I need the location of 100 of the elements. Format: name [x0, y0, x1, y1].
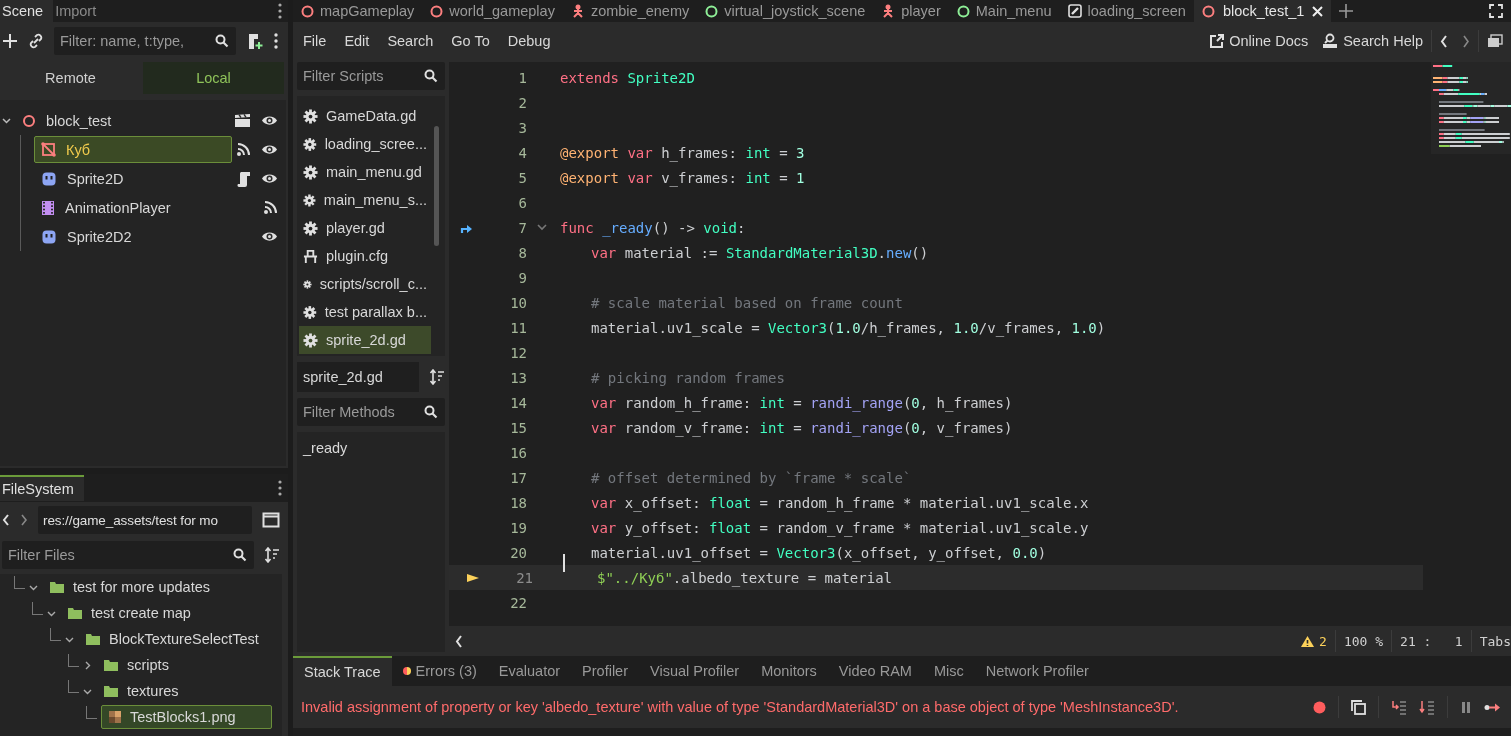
- document-tab[interactable]: block_test_1: [1193, 0, 1332, 22]
- record-icon[interactable]: [1313, 700, 1326, 714]
- filter-field[interactable]: Filter: name, t:type,: [54, 27, 236, 55]
- close-icon[interactable]: [1312, 5, 1324, 17]
- filter-field[interactable]: Filter Methods: [297, 398, 445, 426]
- filesystem-entry[interactable]: BlockTextureSelectTest: [78, 627, 266, 651]
- circle-icon: [430, 4, 444, 18]
- signal-icon[interactable]: [263, 200, 278, 215]
- filesystem-entry[interactable]: test for more updates: [42, 575, 217, 599]
- scene-node[interactable]: block_test: [15, 107, 230, 134]
- path-field[interactable]: res://game_assets/test for mo: [38, 506, 252, 534]
- scrollbar[interactable]: [434, 126, 439, 246]
- debugger-tab[interactable]: Network Profiler: [974, 656, 1100, 686]
- chevron-icon[interactable]: [2, 116, 11, 125]
- script-item[interactable]: plugin.cfg: [299, 242, 431, 270]
- document-tab[interactable]: world_gameplay: [422, 0, 563, 22]
- mode-tab[interactable]: Local: [143, 62, 284, 94]
- debugger-tab[interactable]: Monitors: [750, 656, 828, 686]
- windows-icon[interactable]: [1487, 34, 1503, 48]
- scene-node[interactable]: AnimationPlayer: [34, 194, 259, 221]
- sort-icon[interactable]: [429, 369, 445, 385]
- script-item[interactable]: test parallax b...: [299, 298, 431, 326]
- sort-icon[interactable]: [264, 547, 280, 563]
- link-icon[interactable]: [28, 33, 44, 49]
- more-options-icon[interactable]: [278, 480, 282, 496]
- method-item[interactable]: _ready: [303, 440, 439, 456]
- help-link[interactable]: Search Help: [1322, 33, 1423, 49]
- script-item[interactable]: loading_scree...: [299, 130, 431, 158]
- copy-icon[interactable]: [1351, 699, 1366, 715]
- pause-icon[interactable]: [1460, 700, 1472, 714]
- circle-icon: [705, 4, 719, 18]
- continue-icon[interactable]: [1484, 701, 1501, 713]
- forward-icon[interactable]: [20, 514, 28, 526]
- zoom-level[interactable]: 100 %: [1343, 633, 1384, 649]
- eye-icon[interactable]: [261, 143, 278, 156]
- script-item[interactable]: main_menu.gd: [299, 158, 431, 186]
- debugger-tab[interactable]: Misc: [922, 656, 975, 686]
- document-tab[interactable]: Main_menu: [948, 0, 1060, 22]
- more-options-icon[interactable]: [278, 3, 282, 19]
- scene-node[interactable]: Sprite2D2: [34, 223, 257, 250]
- debugger-tab[interactable]: Errors (3): [391, 656, 488, 686]
- warnings-button[interactable]: 2: [1300, 633, 1327, 649]
- back-icon[interactable]: [2, 514, 10, 526]
- indent-mode[interactable]: Tabs: [1479, 633, 1511, 649]
- document-tab[interactable]: virtual_joystick_scene: [697, 0, 874, 22]
- document-tab[interactable]: zombie_enemy: [562, 0, 698, 22]
- fullscreen-icon[interactable]: [1489, 4, 1503, 18]
- eye-icon[interactable]: [261, 114, 278, 127]
- filter-field[interactable]: Filter Scripts: [297, 62, 445, 90]
- document-tab[interactable]: loading_screen: [1059, 0, 1194, 22]
- dock-tab[interactable]: FileSystem: [0, 475, 84, 501]
- script-icon[interactable]: [237, 170, 251, 187]
- folder-icon: [85, 632, 101, 646]
- chevron-icon[interactable]: [83, 660, 92, 670]
- collapse-icon[interactable]: [455, 634, 463, 648]
- script-item[interactable]: player.gd: [299, 214, 431, 242]
- more-options-icon[interactable]: [274, 33, 278, 49]
- menu-item[interactable]: Edit: [344, 33, 370, 49]
- menu-item[interactable]: Debug: [507, 33, 551, 49]
- dock-tab[interactable]: Import: [53, 0, 107, 22]
- scene-node[interactable]: Куб: [34, 136, 232, 163]
- step-over-icon[interactable]: [1419, 699, 1435, 715]
- menu-item[interactable]: Go To: [451, 33, 490, 49]
- menu-item[interactable]: File: [303, 33, 327, 49]
- debugger-tab[interactable]: Stack Trace: [293, 656, 392, 686]
- step-into-icon[interactable]: [1391, 699, 1407, 715]
- document-tab[interactable]: mapGameplay: [293, 0, 423, 22]
- filter-field[interactable]: Filter Files: [2, 541, 254, 569]
- script-item[interactable]: scripts/scroll_c...: [299, 270, 431, 298]
- signal-icon[interactable]: [236, 142, 251, 157]
- menu-item[interactable]: Search: [387, 33, 434, 49]
- folder-icon: [67, 606, 83, 620]
- script-item[interactable]: GameData.gd: [299, 102, 431, 130]
- document-tab[interactable]: player: [873, 0, 949, 22]
- eye-icon[interactable]: [261, 172, 278, 185]
- fold-icon[interactable]: [537, 224, 547, 231]
- back-icon[interactable]: [1440, 34, 1448, 48]
- filesystem-entry[interactable]: textures: [96, 679, 186, 703]
- add-icon[interactable]: [2, 33, 18, 49]
- filesystem-entry[interactable]: TestBlocks1.png: [101, 705, 272, 729]
- debugger-tab[interactable]: Profiler: [571, 656, 639, 686]
- add-tab-icon[interactable]: [1339, 4, 1354, 18]
- code-line: material.uv1_offset = Vector3(x_offset, y_offset, 0.0): [591, 544, 1047, 561]
- eye-icon[interactable]: [261, 230, 278, 243]
- window-icon[interactable]: [262, 512, 280, 528]
- clapperboard-icon[interactable]: [234, 113, 251, 128]
- dock-tab[interactable]: Scene: [0, 0, 54, 22]
- filesystem-entry[interactable]: test create map: [60, 601, 198, 625]
- debugger-tab[interactable]: Visual Profiler: [639, 656, 751, 686]
- scene-node[interactable]: Sprite2D: [34, 165, 233, 192]
- minimap[interactable]: [1431, 62, 1511, 154]
- script-item[interactable]: main_menu_s...: [299, 186, 431, 214]
- forward-icon[interactable]: [1462, 34, 1470, 48]
- help-link[interactable]: Online Docs: [1209, 33, 1309, 49]
- add-script-icon[interactable]: [246, 32, 264, 50]
- debugger-tab[interactable]: Evaluator: [487, 656, 572, 686]
- filesystem-entry[interactable]: scripts: [96, 653, 176, 677]
- warning-icon: [1300, 634, 1316, 648]
- debugger-tab[interactable]: Video RAM: [827, 656, 923, 686]
- script-item[interactable]: sprite_2d.gd: [299, 326, 431, 354]
